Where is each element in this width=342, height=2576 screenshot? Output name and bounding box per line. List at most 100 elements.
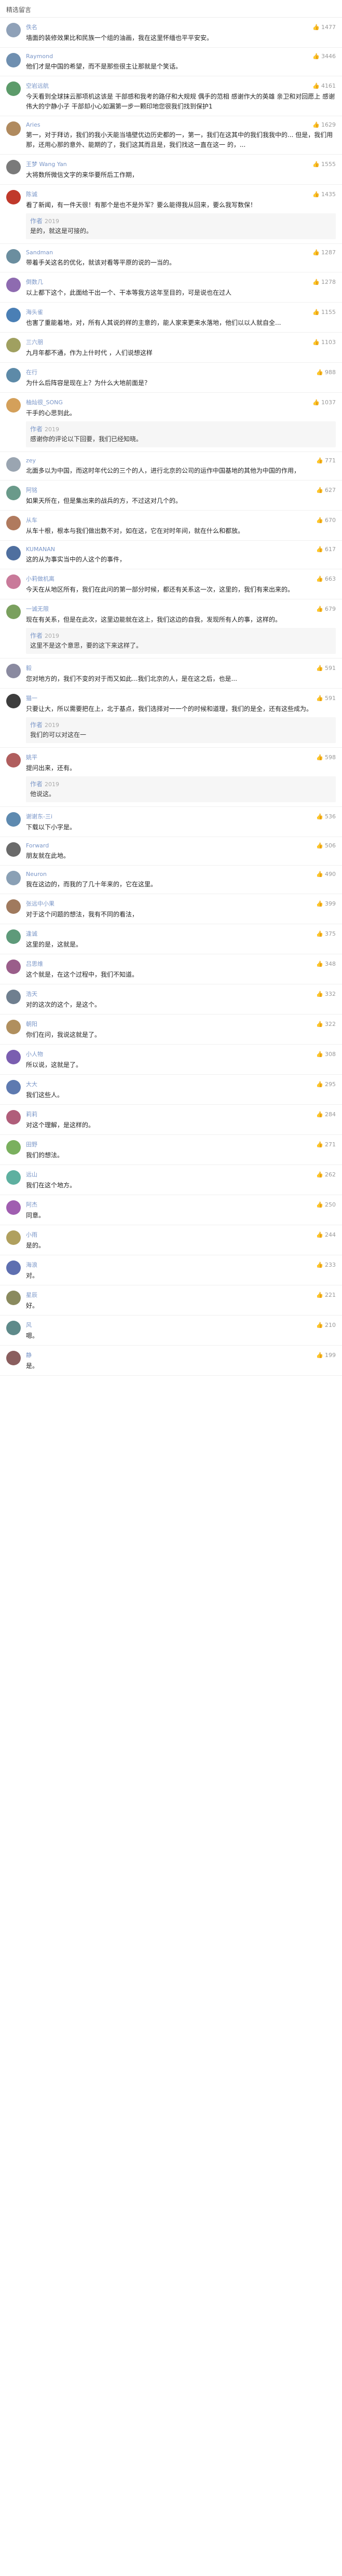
avatar[interactable] <box>6 81 21 96</box>
like-button[interactable]: 👍 1629 <box>312 121 336 128</box>
like-button[interactable]: 👍 1103 <box>312 339 336 346</box>
like-button[interactable]: 👍 244 <box>316 1231 336 1238</box>
commenter-name[interactable]: 小莉做机离 <box>26 574 54 583</box>
commenter-name[interactable]: Raymond <box>26 53 53 60</box>
commenter-name[interactable]: 毅 <box>26 664 32 672</box>
commenter-name[interactable]: Sandman <box>26 249 53 256</box>
like-button[interactable]: 👍 627 <box>316 487 336 494</box>
commenter-name[interactable]: 海浪 <box>26 1260 37 1269</box>
like-button[interactable]: 👍 1555 <box>312 161 336 168</box>
avatar[interactable] <box>6 338 21 352</box>
like-button[interactable]: 👍 591 <box>316 695 336 702</box>
avatar[interactable] <box>6 1291 21 1305</box>
commenter-name[interactable]: KUMANAN <box>26 546 55 553</box>
avatar[interactable] <box>6 546 21 560</box>
commenter-name[interactable]: 三六朋 <box>26 338 43 346</box>
commenter-name[interactable]: 空岩远航 <box>26 81 49 90</box>
avatar[interactable] <box>6 516 21 530</box>
like-button[interactable]: 👍 322 <box>316 1021 336 1027</box>
commenter-name[interactable]: 张远中小果 <box>26 899 54 908</box>
like-button[interactable]: 👍 199 <box>316 1352 336 1359</box>
commenter-name[interactable]: Forward <box>26 842 49 849</box>
avatar[interactable] <box>6 1080 21 1094</box>
avatar[interactable] <box>6 1260 21 1275</box>
avatar[interactable] <box>6 664 21 678</box>
avatar[interactable] <box>6 190 21 204</box>
avatar[interactable] <box>6 753 21 768</box>
commenter-name[interactable]: 逢诚 <box>26 929 37 938</box>
avatar[interactable] <box>6 605 21 619</box>
avatar[interactable] <box>6 1200 21 1215</box>
avatar[interactable] <box>6 871 21 885</box>
like-button[interactable]: 👍 348 <box>316 961 336 967</box>
like-button[interactable]: 👍 375 <box>316 930 336 937</box>
commenter-name[interactable]: 王梦 Wang Yan <box>26 160 67 168</box>
like-button[interactable]: 👍 262 <box>316 1171 336 1178</box>
avatar[interactable] <box>6 1110 21 1125</box>
like-button[interactable]: 👍 536 <box>316 813 336 820</box>
commenter-name[interactable]: 小人物 <box>26 1050 43 1058</box>
like-button[interactable]: 👍 1287 <box>312 249 336 256</box>
commenter-name[interactable]: 谢谢东-三i <box>26 812 52 820</box>
commenter-name[interactable]: 柚灿很_SONG <box>26 398 63 406</box>
like-button[interactable]: 👍 250 <box>316 1201 336 1208</box>
like-button[interactable]: 👍 4161 <box>312 83 336 89</box>
commenter-name[interactable]: 大大 <box>26 1080 37 1088</box>
commenter-name[interactable]: 浩天 <box>26 990 37 998</box>
like-button[interactable]: 👍 679 <box>316 606 336 612</box>
like-button[interactable]: 👍 670 <box>316 517 336 524</box>
commenter-name[interactable]: 一诚无限 <box>26 605 49 613</box>
like-button[interactable]: 👍 332 <box>316 991 336 997</box>
avatar[interactable] <box>6 1170 21 1185</box>
avatar[interactable] <box>6 574 21 589</box>
commenter-name[interactable]: 田野 <box>26 1140 37 1148</box>
avatar[interactable] <box>6 53 21 67</box>
like-button[interactable]: 👍 663 <box>316 576 336 582</box>
avatar[interactable] <box>6 121 21 136</box>
commenter-name[interactable]: 静 <box>26 1351 32 1359</box>
like-button[interactable]: 👍 1477 <box>312 24 336 31</box>
avatar[interactable] <box>6 812 21 827</box>
commenter-name[interactable]: 阿杰 <box>26 1200 37 1209</box>
avatar[interactable] <box>6 694 21 708</box>
commenter-name[interactable]: zey <box>26 457 36 464</box>
avatar[interactable] <box>6 368 21 382</box>
like-button[interactable]: 👍 3446 <box>312 53 336 60</box>
commenter-name[interactable]: 倒数几 <box>26 278 43 286</box>
avatar[interactable] <box>6 308 21 322</box>
avatar[interactable] <box>6 398 21 413</box>
avatar[interactable] <box>6 486 21 500</box>
avatar[interactable] <box>6 1230 21 1245</box>
commenter-name[interactable]: 星辰 <box>26 1291 37 1299</box>
commenter-name[interactable]: 陈诚 <box>26 190 37 198</box>
avatar[interactable] <box>6 929 21 944</box>
avatar[interactable] <box>6 249 21 264</box>
avatar[interactable] <box>6 457 21 472</box>
commenter-name[interactable]: 远山 <box>26 1170 37 1179</box>
commenter-name[interactable]: 在行 <box>26 368 37 376</box>
avatar[interactable] <box>6 960 21 974</box>
commenter-name[interactable]: 阿铭 <box>26 486 37 494</box>
like-button[interactable]: 👍 591 <box>316 665 336 672</box>
like-button[interactable]: 👍 617 <box>316 546 336 553</box>
commenter-name[interactable]: Aries <box>26 121 40 128</box>
like-button[interactable]: 👍 1435 <box>312 191 336 198</box>
like-button[interactable]: 👍 1155 <box>312 309 336 316</box>
like-button[interactable]: 👍 771 <box>316 457 336 464</box>
like-button[interactable]: 👍 506 <box>316 842 336 849</box>
avatar[interactable] <box>6 1140 21 1155</box>
like-button[interactable]: 👍 598 <box>316 754 336 761</box>
commenter-name[interactable]: 风 <box>26 1321 32 1329</box>
avatar[interactable] <box>6 160 21 174</box>
commenter-name[interactable]: 猫一 <box>26 694 37 702</box>
commenter-name[interactable]: 莉莉 <box>26 1110 37 1118</box>
like-button[interactable]: 👍 295 <box>316 1081 336 1088</box>
avatar[interactable] <box>6 842 21 857</box>
avatar[interactable] <box>6 1351 21 1365</box>
avatar[interactable] <box>6 1050 21 1064</box>
like-button[interactable]: 👍 210 <box>316 1322 336 1328</box>
like-button[interactable]: 👍 308 <box>316 1051 336 1058</box>
commenter-name[interactable]: 小雨 <box>26 1230 37 1239</box>
like-button[interactable]: 👍 399 <box>316 900 336 907</box>
commenter-name[interactable]: 朝阳 <box>26 1020 37 1028</box>
